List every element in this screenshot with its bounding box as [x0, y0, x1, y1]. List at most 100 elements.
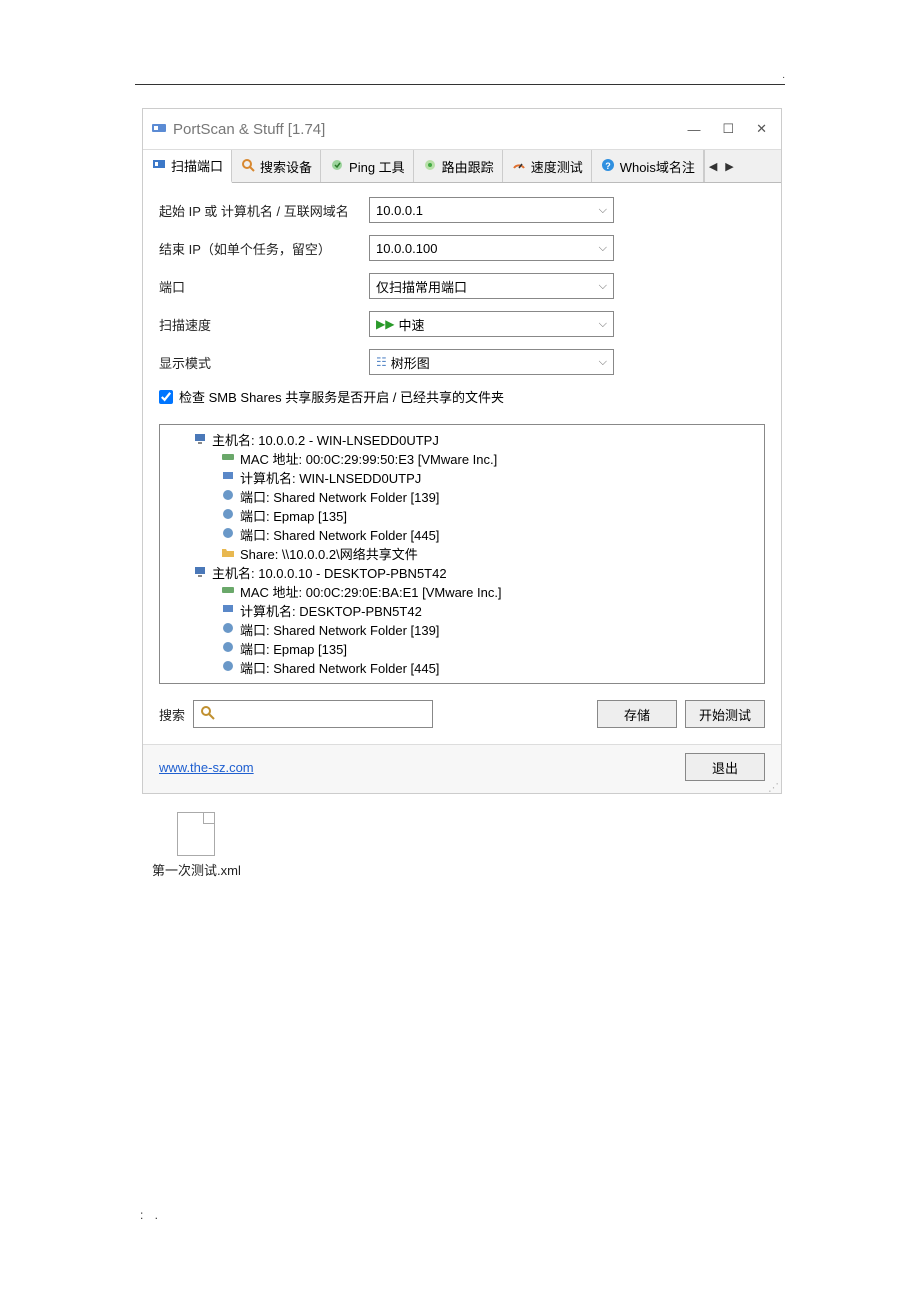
file-name-label: 第一次测试.xml — [152, 860, 241, 879]
display-select[interactable]: ☷ 树形图 ⌵ — [369, 349, 614, 375]
speed-select[interactable]: ▶▶ 中速 ⌵ — [369, 311, 614, 337]
whois-icon: ? — [600, 158, 616, 175]
globe-icon — [220, 621, 236, 640]
search-devices-icon — [240, 158, 256, 175]
tree-pc[interactable]: 计算机名: DESKTOP-PBN5T42 — [170, 602, 754, 621]
maximize-button[interactable]: ☐ — [722, 121, 734, 137]
tree-port-label: 端口: Shared Network Folder [445] — [240, 660, 439, 678]
tree-host-label: 主机名: 10.0.0.2 - WIN-LNSEDD0UTPJ — [212, 432, 439, 450]
tree-share[interactable]: Share: \\10.0.0.2\网络共享文件 — [170, 545, 754, 564]
host-icon — [192, 431, 208, 450]
globe-icon — [220, 640, 236, 659]
form-area: 起始 IP 或 计算机名 / 互联网域名 10.0.0.1 ⌵ 结束 IP（如单… — [143, 183, 781, 424]
website-link[interactable]: www.the-sz.com — [159, 760, 254, 775]
tree-port[interactable]: 端口: Shared Network Folder [139] — [170, 488, 754, 507]
route-icon — [422, 158, 438, 175]
fast-forward-icon: ▶▶ — [376, 317, 394, 331]
tree-port[interactable]: 端口: Shared Network Folder [445] — [170, 526, 754, 545]
tree-host[interactable]: 主机名: 10.0.0.2 - WIN-LNSEDD0UTPJ — [170, 431, 754, 450]
folder-icon — [220, 545, 236, 564]
row-start-ip: 起始 IP 或 计算机名 / 互联网域名 10.0.0.1 ⌵ — [159, 197, 765, 223]
display-value: 树形图 — [391, 353, 430, 372]
pc-icon — [220, 469, 236, 488]
close-button[interactable]: ✕ — [756, 121, 767, 137]
tree-port[interactable]: 端口: Epmap [135] — [170, 507, 754, 526]
tree-port[interactable]: 端口: Shared Network Folder [139] — [170, 621, 754, 640]
end-ip-label: 结束 IP（如单个任务，留空） — [159, 239, 369, 258]
tab-route-label: 路由跟踪 — [442, 157, 494, 176]
tree-port[interactable]: 端口: Epmap [135] — [170, 640, 754, 659]
minimize-button[interactable]: — — [687, 122, 700, 137]
ping-icon — [329, 158, 345, 175]
card-icon — [220, 583, 236, 602]
tab-nav-left[interactable]: ◀ — [705, 160, 721, 173]
xml-file-icon — [177, 812, 215, 856]
tree-pc[interactable]: 计算机名: WIN-LNSEDD0UTPJ — [170, 469, 754, 488]
tab-whois[interactable]: ? Whois域名注 — [592, 150, 704, 182]
pc-icon — [220, 602, 236, 621]
start-ip-value: 10.0.0.1 — [376, 203, 423, 218]
tab-speed-label: 速度测试 — [531, 157, 583, 176]
exit-button[interactable]: 退出 — [685, 753, 765, 781]
save-button[interactable]: 存储 — [597, 700, 677, 728]
search-input[interactable] — [193, 700, 433, 728]
globe-icon — [220, 659, 236, 678]
row-smb-check: 检查 SMB Shares 共享服务是否开启 / 已经共享的文件夹 — [159, 387, 765, 406]
footer: www.the-sz.com 退出 — [143, 744, 781, 793]
scan-icon — [151, 157, 167, 174]
tab-route[interactable]: 路由跟踪 — [414, 150, 503, 182]
tree-port-label: 端口: Epmap [135] — [240, 641, 347, 659]
dot-mark: . — [782, 70, 785, 81]
tab-scan-ports[interactable]: 扫描端口 — [143, 150, 232, 183]
tree-mac-label: MAC 地址: 00:0C:29:99:50:E3 [VMware Inc.] — [240, 451, 497, 469]
svg-text:?: ? — [605, 161, 611, 171]
tree-mac-label: MAC 地址: 00:0C:29:0E:BA:E1 [VMware Inc.] — [240, 584, 502, 602]
start-test-button[interactable]: 开始测试 — [685, 700, 765, 728]
tab-nav: ◀ ▶ — [704, 150, 738, 182]
tree-port[interactable]: 端口: Shared Network Folder [445] — [170, 659, 754, 678]
window-controls: — ☐ ✕ — [687, 121, 773, 137]
desktop-file[interactable]: 第一次测试.xml — [152, 812, 241, 879]
tab-search-devices[interactable]: 搜索设备 — [232, 150, 321, 182]
end-ip-input[interactable]: 10.0.0.100 ⌵ — [369, 235, 614, 261]
tree-port-label: 端口: Shared Network Folder [445] — [240, 527, 439, 545]
bottom-row: 搜索 存储 开始测试 — [143, 696, 781, 744]
tree-pc-label: 计算机名: WIN-LNSEDD0UTPJ — [240, 470, 421, 488]
tree-mac[interactable]: MAC 地址: 00:0C:29:0E:BA:E1 [VMware Inc.] — [170, 583, 754, 602]
tree-icon: ☷ — [376, 355, 387, 369]
tab-whois-label: Whois域名注 — [620, 157, 695, 176]
resize-grip-icon[interactable]: ⋰ — [768, 785, 779, 791]
tree-port-label: 端口: Epmap [135] — [240, 508, 347, 526]
start-ip-input[interactable]: 10.0.0.1 ⌵ — [369, 197, 614, 223]
chevron-down-icon: ⌵ — [599, 242, 607, 255]
page-number: : . — [140, 1208, 162, 1222]
tree-host-label: 主机名: 10.0.0.10 - DESKTOP-PBN5T42 — [212, 565, 447, 583]
tab-ping[interactable]: Ping 工具 — [321, 150, 414, 182]
ports-label: 端口 — [159, 277, 369, 296]
end-ip-value: 10.0.0.100 — [376, 241, 437, 256]
results-tree[interactable]: 主机名: 10.0.0.2 - WIN-LNSEDD0UTPJ MAC 地址: … — [159, 424, 765, 684]
speed-label: 扫描速度 — [159, 315, 369, 334]
tab-speed[interactable]: 速度测试 — [503, 150, 592, 182]
ports-select[interactable]: 仅扫描常用端口 ⌵ — [369, 273, 614, 299]
titlebar[interactable]: PortScan & Stuff [1.74] — ☐ ✕ — [143, 109, 781, 149]
top-rule — [135, 84, 785, 85]
globe-icon — [220, 507, 236, 526]
start-ip-label: 起始 IP 或 计算机名 / 互联网域名 — [159, 201, 369, 220]
tab-search-devices-label: 搜索设备 — [260, 157, 312, 176]
tree-mac[interactable]: MAC 地址: 00:0C:29:99:50:E3 [VMware Inc.] — [170, 450, 754, 469]
search-label: 搜索 — [159, 705, 185, 724]
tab-scan-ports-label: 扫描端口 — [171, 156, 223, 175]
smb-checkbox[interactable] — [159, 390, 173, 404]
row-display: 显示模式 ☷ 树形图 ⌵ — [159, 349, 765, 375]
chevron-down-icon: ⌵ — [599, 280, 607, 293]
app-icon — [151, 120, 167, 139]
app-window: PortScan & Stuff [1.74] — ☐ ✕ 扫描端口 搜索设备 … — [142, 108, 782, 794]
chevron-down-icon: ⌵ — [599, 318, 607, 331]
tab-nav-right[interactable]: ▶ — [721, 160, 737, 173]
display-label: 显示模式 — [159, 353, 369, 372]
tree-host[interactable]: 主机名: 10.0.0.10 - DESKTOP-PBN5T42 — [170, 564, 754, 583]
chevron-down-icon: ⌵ — [599, 356, 607, 369]
row-end-ip: 结束 IP（如单个任务，留空） 10.0.0.100 ⌵ — [159, 235, 765, 261]
speed-value: 中速 — [398, 315, 424, 334]
